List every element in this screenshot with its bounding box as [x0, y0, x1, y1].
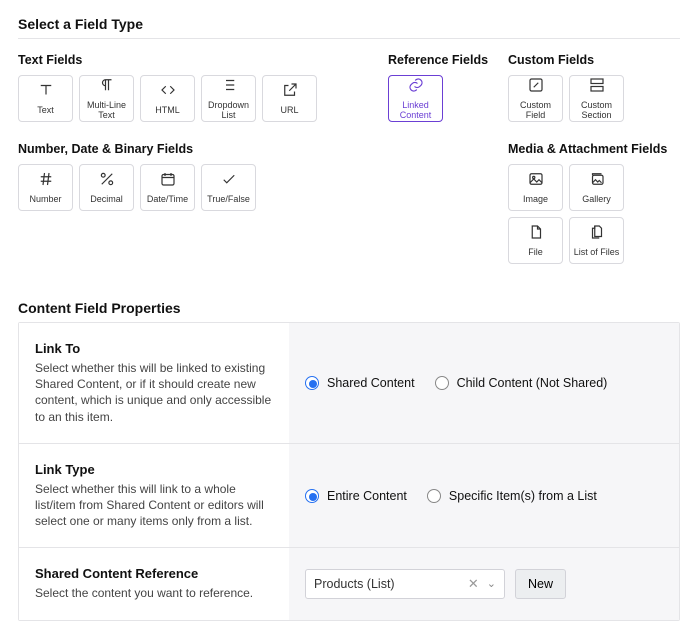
gallery-icon — [588, 170, 606, 193]
radio-dot-icon — [305, 376, 319, 390]
group-heading-reference: Reference Fields — [388, 53, 508, 67]
tile-custom-section[interactable]: Custom Section — [569, 75, 624, 122]
shared-ref-desc: Select the content you want to reference… — [35, 585, 273, 601]
radio-label: Specific Item(s) from a List — [449, 489, 597, 503]
code-icon — [159, 81, 177, 104]
group-heading-number: Number, Date & Binary Fields — [18, 142, 388, 156]
percent-icon — [98, 170, 116, 193]
tile-label: Custom Section — [572, 101, 621, 121]
new-button[interactable]: New — [515, 569, 566, 599]
radio-shared-content[interactable]: Shared Content — [305, 376, 415, 390]
radio-child-content[interactable]: Child Content (Not Shared) — [435, 376, 608, 390]
radio-label: Entire Content — [327, 489, 407, 503]
shared-content-select[interactable]: Products (List) ✕ ⌄ — [305, 569, 505, 599]
tile-label: Multi-Line Text — [82, 101, 131, 121]
properties-heading: Content Field Properties — [18, 300, 680, 316]
external-link-icon — [281, 81, 299, 104]
page-title: Select a Field Type — [18, 16, 680, 32]
radio-entire-content[interactable]: Entire Content — [305, 489, 407, 503]
tile-label: True/False — [207, 195, 250, 205]
tile-label: File — [528, 248, 543, 258]
tile-label: Custom Field — [511, 101, 560, 121]
radio-dot-icon — [435, 376, 449, 390]
file-icon — [527, 223, 545, 246]
text-icon — [37, 81, 55, 104]
link-to-desc: Select whether this will be linked to ex… — [35, 360, 273, 425]
tile-truefalse[interactable]: True/False — [201, 164, 256, 211]
radio-dot-icon — [427, 489, 441, 503]
tile-dropdown[interactable]: Dropdown List — [201, 75, 256, 122]
hash-icon — [37, 170, 55, 193]
tile-file[interactable]: File — [508, 217, 563, 264]
tile-multiline[interactable]: Multi-Line Text — [79, 75, 134, 122]
tile-gallery[interactable]: Gallery — [569, 164, 624, 211]
tile-custom-field[interactable]: Custom Field — [508, 75, 563, 122]
group-heading-text: Text Fields — [18, 53, 388, 67]
divider — [18, 38, 680, 39]
files-icon — [588, 223, 606, 246]
shared-ref-label: Shared Content Reference — [35, 566, 273, 581]
button-label: New — [528, 577, 553, 591]
select-value: Products (List) — [314, 577, 395, 591]
row-link-type: Link Type Select whether this will link … — [19, 443, 679, 548]
clear-icon[interactable]: ✕ — [464, 576, 483, 592]
group-heading-media: Media & Attachment Fields — [508, 142, 680, 156]
tile-html[interactable]: HTML — [140, 75, 195, 122]
calendar-icon — [159, 170, 177, 193]
tile-label: Number — [29, 195, 61, 205]
tile-number[interactable]: Number — [18, 164, 73, 211]
radio-label: Child Content (Not Shared) — [457, 376, 608, 390]
edit-square-icon — [527, 76, 545, 99]
link-to-label: Link To — [35, 341, 273, 356]
tile-label: Date/Time — [147, 195, 188, 205]
tile-label: List of Files — [574, 248, 620, 258]
row-link-to: Link To Select whether this will be link… — [19, 323, 679, 443]
group-heading-custom: Custom Fields — [508, 53, 680, 67]
radio-label: Shared Content — [327, 376, 415, 390]
link-icon — [407, 76, 425, 99]
link-type-desc: Select whether this will link to a whole… — [35, 481, 273, 530]
check-icon — [220, 170, 238, 193]
section-icon — [588, 76, 606, 99]
chevron-down-icon: ⌄ — [483, 577, 496, 590]
tile-text[interactable]: Text — [18, 75, 73, 122]
list-icon — [220, 76, 238, 99]
tile-url[interactable]: URL — [262, 75, 317, 122]
tile-label: Text — [37, 106, 54, 116]
image-icon — [527, 170, 545, 193]
radio-specific-items[interactable]: Specific Item(s) from a List — [427, 489, 597, 503]
link-type-label: Link Type — [35, 462, 273, 477]
tile-label: Gallery — [582, 195, 611, 205]
row-shared-ref: Shared Content Reference Select the cont… — [19, 547, 679, 619]
tile-label: HTML — [155, 106, 180, 116]
tile-datetime[interactable]: Date/Time — [140, 164, 195, 211]
tile-decimal[interactable]: Decimal — [79, 164, 134, 211]
tile-label: Dropdown List — [204, 101, 253, 121]
tile-linked-content[interactable]: Linked Content — [388, 75, 443, 122]
tile-label: Decimal — [90, 195, 123, 205]
tile-label: URL — [280, 106, 298, 116]
tile-image[interactable]: Image — [508, 164, 563, 211]
paragraph-icon — [98, 76, 116, 99]
tile-label: Linked Content — [391, 101, 440, 121]
radio-dot-icon — [305, 489, 319, 503]
tile-label: Image — [523, 195, 548, 205]
properties-table: Link To Select whether this will be link… — [18, 322, 680, 621]
tile-list-of-files[interactable]: List of Files — [569, 217, 624, 264]
